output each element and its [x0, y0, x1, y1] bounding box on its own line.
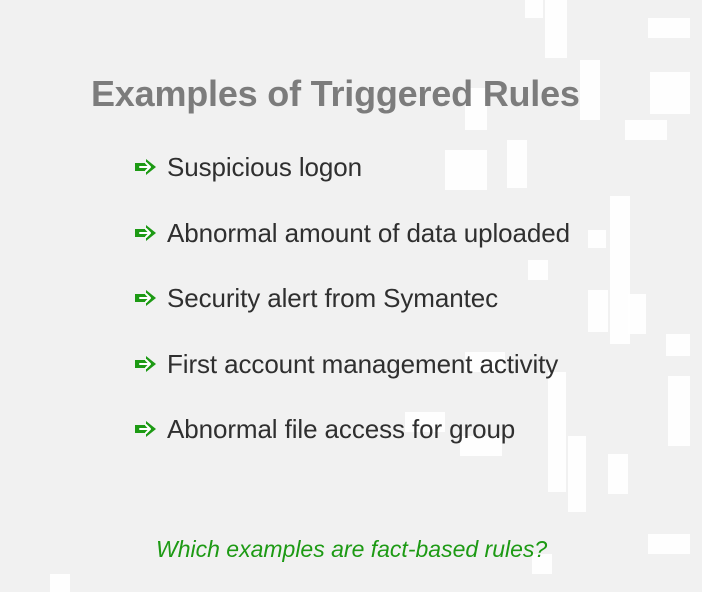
- decor-square: [648, 534, 690, 554]
- decor-square: [580, 60, 600, 120]
- slide: Examples of Triggered Rules Suspicious l…: [0, 0, 702, 592]
- green-arrow-icon: [135, 159, 156, 175]
- bullet-list: Suspicious logon Abnormal amount of data…: [134, 150, 570, 478]
- decor-square: [50, 574, 70, 592]
- list-item: First account management activity: [134, 347, 570, 381]
- green-arrow-icon: [135, 421, 156, 437]
- green-arrow-icon: [135, 355, 156, 372]
- slide-title: Examples of Triggered Rules: [91, 73, 580, 114]
- list-item-text: Abnormal amount of data uploaded: [167, 217, 570, 248]
- decor-square: [588, 290, 608, 332]
- green-arrow-icon: [135, 224, 156, 241]
- list-item-text: Suspicious logon: [167, 152, 362, 182]
- list-item-text: Abnormal file access for group: [167, 414, 516, 444]
- decor-square: [545, 0, 567, 58]
- list-item: Abnormal amount of data uploaded: [134, 216, 570, 250]
- list-item-text: First account management activity: [167, 348, 559, 379]
- decor-square: [588, 230, 606, 248]
- list-item-text: Security alert from Symantec: [167, 283, 498, 313]
- decor-square: [568, 436, 586, 512]
- decor-square: [608, 454, 628, 494]
- decor-square: [610, 196, 630, 344]
- decor-square: [625, 120, 667, 140]
- list-item: Abnormal file access for group: [134, 412, 570, 446]
- decor-square: [648, 18, 690, 38]
- green-arrow-icon: [135, 290, 156, 306]
- decor-square: [650, 72, 690, 114]
- decor-square: [666, 334, 690, 356]
- decor-square: [668, 376, 690, 446]
- list-item: Suspicious logon: [134, 150, 570, 184]
- decor-square: [628, 294, 646, 334]
- list-item: Security alert from Symantec: [134, 281, 570, 315]
- decor-square: [525, 0, 543, 18]
- question-text: Which examples are fact-based rules?: [156, 536, 548, 562]
